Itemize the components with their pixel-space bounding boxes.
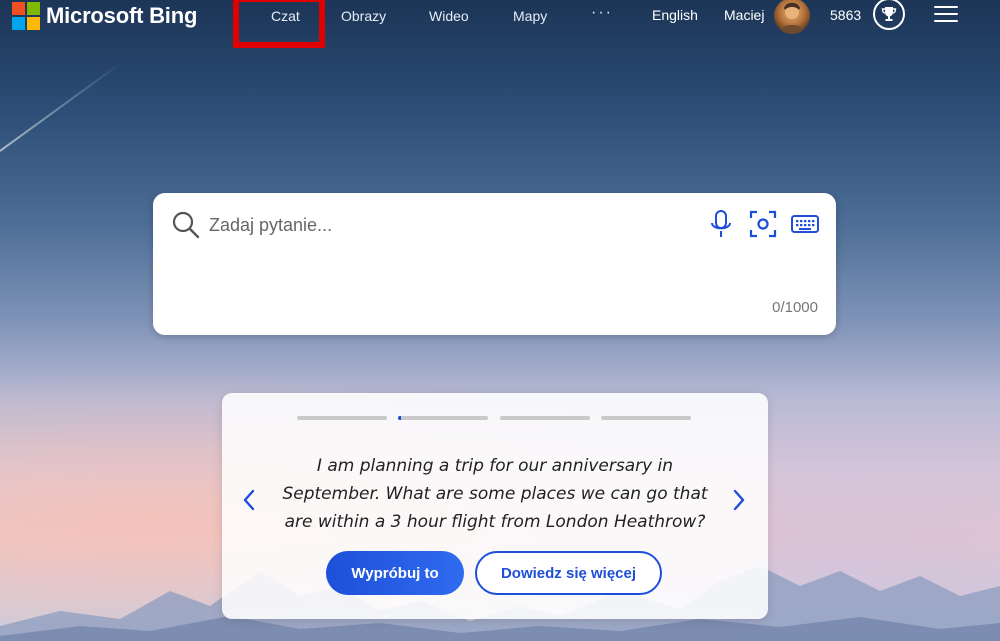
nav-item-videos[interactable]: Wideo xyxy=(429,8,469,24)
character-counter: 0/1000 xyxy=(772,299,818,316)
learn-more-button[interactable]: Dowiedz się więcej xyxy=(475,551,662,595)
nav-item-images[interactable]: Obrazy xyxy=(341,8,386,24)
language-switch[interactable]: English xyxy=(652,7,698,23)
carousel-progress-1[interactable] xyxy=(297,416,387,420)
bing-logo[interactable]: Microsoft Bing xyxy=(12,2,197,30)
try-it-button[interactable]: Wypróbuj to xyxy=(326,551,464,595)
shooting-star xyxy=(0,62,122,152)
visual-search-icon[interactable] xyxy=(748,209,778,239)
avatar[interactable] xyxy=(774,0,810,34)
search-input[interactable] xyxy=(207,212,681,238)
suggestion-card: I am planning a trip for our anniversary… xyxy=(222,393,768,619)
logo-text: Microsoft Bing xyxy=(46,3,198,28)
microsoft-logo-icon xyxy=(12,2,40,30)
carousel-progress-2[interactable] xyxy=(398,416,488,420)
chevron-left-icon[interactable] xyxy=(242,489,256,511)
carousel-progress-fill xyxy=(398,416,401,420)
hamburger-menu-icon[interactable] xyxy=(934,6,958,24)
highlight-box xyxy=(233,0,325,48)
top-navigation-bar: Microsoft Bing Czat Obrazy Wideo Mapy ··… xyxy=(0,0,1000,48)
suggestion-prompt: I am planning a trip for our anniversary… xyxy=(282,456,708,532)
user-name[interactable]: Maciej xyxy=(724,7,764,23)
keyboard-icon[interactable] xyxy=(790,209,820,239)
more-nav-button[interactable]: ··· xyxy=(591,4,613,22)
chevron-right-icon[interactable] xyxy=(732,489,746,511)
search-icon xyxy=(172,211,200,239)
rewards-points[interactable]: 5863 xyxy=(830,7,861,23)
microphone-icon[interactable] xyxy=(709,209,733,239)
carousel-progress-4[interactable] xyxy=(601,416,691,420)
trophy-icon[interactable] xyxy=(873,0,905,30)
search-box: 0/1000 xyxy=(153,193,836,335)
carousel-progress-3[interactable] xyxy=(500,416,590,420)
nav-item-maps[interactable]: Mapy xyxy=(513,8,547,24)
